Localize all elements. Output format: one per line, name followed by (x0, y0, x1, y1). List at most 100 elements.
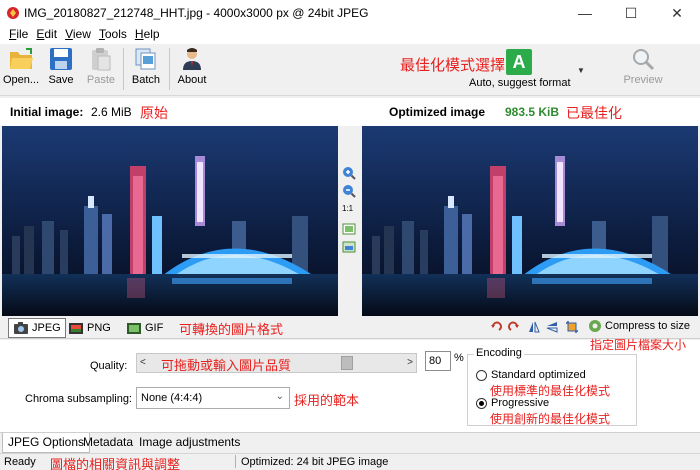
preview-button[interactable]: Preview (620, 44, 666, 94)
user-icon (183, 48, 201, 70)
menu-help[interactable]: Help (131, 26, 164, 44)
radio-off-icon (476, 369, 487, 381)
city-night-photo (2, 126, 338, 316)
png-image-icon (69, 323, 83, 334)
optimized-image-label: Optimized image (389, 105, 486, 119)
about-button[interactable]: About (174, 44, 210, 94)
zoom-out-icon[interactable] (342, 184, 356, 198)
format-badge[interactable]: A (506, 49, 532, 75)
format-annotation: 可轉換的圖片格式 (179, 323, 284, 338)
compress-annotation: 指定圖片檔案大小 (590, 338, 687, 352)
rotate-left-icon[interactable] (490, 321, 502, 333)
format-dropdown[interactable]: Auto, suggest format (469, 77, 571, 89)
paste-button-label: Paste (86, 74, 116, 86)
rotate-right-icon[interactable] (508, 321, 520, 333)
preview-button-label: Preview (623, 74, 663, 86)
menu-view[interactable]: View (61, 26, 95, 44)
menu-help-accel: H (134, 27, 144, 41)
format-annotation: 最佳化模式選擇 (400, 56, 506, 74)
progressive-radio[interactable]: Progressive (476, 397, 549, 409)
compress-gear-icon (589, 320, 601, 332)
save-button[interactable]: Save (44, 44, 78, 94)
open-button[interactable]: Open... (2, 44, 40, 94)
batch-button-label: Batch (131, 74, 161, 86)
app-icon (7, 7, 19, 19)
menu-file[interactable]: File (5, 26, 32, 44)
tab-jpeg-options[interactable]: JPEG Options (2, 433, 91, 453)
open-button-label: Open... (2, 74, 40, 86)
maximize-button[interactable]: ☐ (608, 0, 654, 26)
options-tabs: JPEG Options Metadata Image adjustments (0, 432, 700, 453)
folder-open-icon (10, 48, 33, 69)
batch-button[interactable]: Batch (128, 44, 164, 94)
camera-icon (14, 322, 28, 334)
flip-horizontal-icon[interactable] (528, 321, 540, 333)
status-optimized-info: Optimized: 24 bit JPEG image (241, 456, 389, 468)
slider-thumb[interactable] (341, 356, 353, 370)
status-bar: Ready 圖檔的相關資訊與調整 Optimized: 24 bit JPEG … (0, 453, 700, 470)
quality-slider[interactable]: < 可拖動或輸入圖片品質 > (136, 353, 417, 374)
compare-view-icon[interactable] (342, 240, 356, 254)
quality-input[interactable] (425, 351, 451, 371)
radio-on-icon (476, 397, 487, 409)
save-button-label: Save (48, 74, 74, 86)
menu-edit-label: dit (44, 27, 58, 41)
format-png-button[interactable]: PNG (64, 318, 115, 338)
slider-right-arrow-icon[interactable]: > (407, 357, 413, 368)
status-text: Ready (4, 456, 36, 468)
maximize-icon: ☐ (624, 4, 638, 21)
chroma-subsampling-value: None (4:4:4) (141, 392, 203, 404)
fit-window-icon[interactable] (342, 222, 356, 236)
tab-metadata[interactable]: Metadata (78, 433, 138, 453)
menu-bar: File Edit View Tools Help (0, 26, 700, 44)
quality-annotation: 可拖動或輸入圖片品質 (161, 359, 292, 374)
city-night-photo (362, 126, 698, 316)
format-jpeg-button[interactable]: JPEG (8, 318, 66, 338)
zoom-toolbar: 1:1 (338, 126, 360, 316)
actual-size-button[interactable]: 1:1 (342, 204, 353, 213)
slider-left-arrow-icon[interactable]: < (140, 357, 146, 368)
close-icon: ✕ (671, 4, 683, 21)
paste-button[interactable]: Paste (84, 44, 118, 94)
menu-help-label: elp (143, 27, 160, 41)
minimize-button[interactable]: — (562, 0, 608, 26)
percent-label: % (454, 352, 464, 364)
chroma-subsampling-label: Chroma subsampling: (25, 393, 132, 405)
format-gif-label: GIF (145, 322, 164, 334)
optimized-image-preview[interactable] (362, 126, 698, 316)
chevron-down-icon: ⌄ (275, 391, 284, 402)
optimized-image-size: 983.5 KiB (505, 105, 560, 119)
close-button[interactable]: ✕ (654, 0, 700, 26)
status-annotation: 圖檔的相關資訊與調整 (50, 458, 181, 470)
save-icon (50, 48, 72, 70)
initial-image-size: 2.6 MiB (91, 105, 132, 119)
menu-tools[interactable]: Tools (95, 26, 131, 44)
compress-to-size-label: Compress to size (605, 320, 690, 332)
flip-vertical-icon[interactable] (546, 321, 558, 333)
quality-label: Quality: (90, 360, 128, 372)
progressive-label: Progressive (491, 397, 550, 409)
minimize-icon: — (578, 5, 592, 21)
dropdown-arrow-icon[interactable]: ▼ (577, 66, 585, 75)
format-jpeg-label: JPEG (32, 322, 61, 334)
chroma-subsampling-select[interactable]: None (4:4:4) ⌄ (136, 387, 290, 409)
tab-image-adjustments[interactable]: Image adjustments (134, 433, 245, 453)
menu-edit[interactable]: Edit (32, 26, 61, 44)
menu-tools-label: ools (104, 27, 127, 41)
encoding-title: Encoding (474, 347, 524, 359)
format-png-label: PNG (87, 322, 111, 334)
magnifier-icon (633, 49, 655, 71)
window-title: IMG_20180827_212748_HHT.jpg - 4000x3000 … (24, 6, 369, 20)
progressive-annotation: 使用創新的最佳化模式 (490, 412, 611, 426)
initial-image-preview[interactable] (2, 126, 338, 316)
optimized-annotation: 已最佳化 (566, 106, 622, 122)
zoom-in-icon[interactable] (342, 166, 356, 180)
info-row: Initial image: 2.6 MiB 原始 Optimized imag… (0, 98, 700, 126)
standard-optimized-radio[interactable]: Standard optimized (476, 369, 586, 381)
toolbar-separator (123, 48, 124, 90)
format-gif-button[interactable]: GIF (122, 318, 167, 338)
chroma-annotation: 採用的範本 (294, 394, 360, 409)
compress-to-size-button[interactable]: Compress to size (588, 319, 690, 333)
crop-icon[interactable] (565, 320, 579, 334)
initial-image-label: Initial image: (10, 105, 84, 119)
